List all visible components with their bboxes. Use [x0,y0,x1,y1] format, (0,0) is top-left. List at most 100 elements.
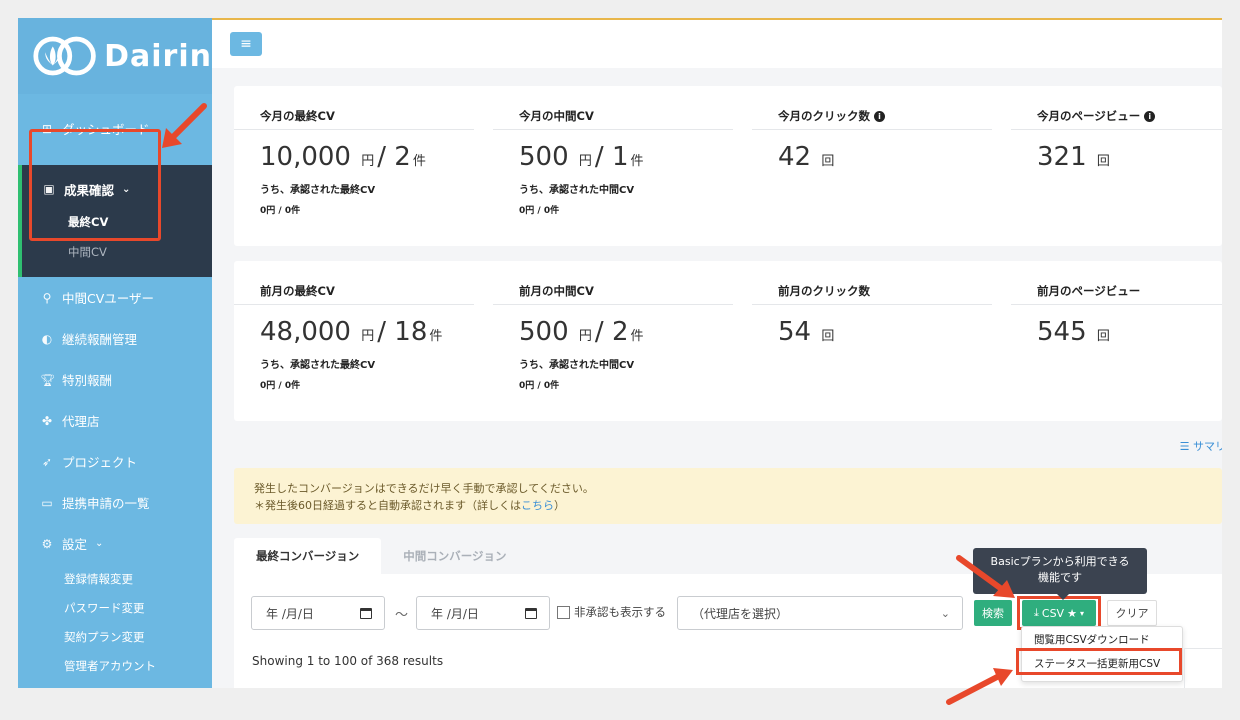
stat-value: 54 回 [778,317,835,347]
highlight-box-status-csv [1016,648,1182,675]
sidebar-item-label: 設定 [62,537,88,552]
stat-sub-value: 0円 / 0件 [519,381,560,391]
stat-sub-label: うち、承認された最終CV [260,185,376,196]
sidebar-item-agency[interactable]: ✤ 代理店 [18,400,212,441]
range-separator: 〜 [395,608,409,623]
brand-logo[interactable]: Dairin [18,18,212,94]
list-icon: ☰ [1179,440,1190,453]
chevron-down-icon: ⌄ [940,606,950,620]
notice-line-2: ＊発生後60日経過すると自動承認されます（詳しくはこちら） [254,499,565,512]
sidebar-item-continuous-reward[interactable]: ◐ 継続報酬管理 [18,318,212,359]
stat-sub-value: 0円 / 0件 [260,381,301,391]
calendar-icon [525,607,537,619]
current-month-stats-card: 今月の最終CV 10,000 円/ 2件 うち、承認された最終CV 0円 / 0… [234,86,1222,246]
stat-value: 42 回 [778,142,835,172]
divider [493,304,733,305]
stat-label: 前月のページビュー [1037,284,1141,298]
sidebar-item-partnership-requests[interactable]: ▭ 提携申請の一覧 [18,482,212,523]
sidebar-item-project[interactable]: ➶ プロジェクト [18,441,212,482]
stat-label: 前月のクリック数 [778,284,870,298]
sidebar-item-label: 継続報酬管理 [62,332,138,347]
stat-value: 48,000 円/ 18 件 [260,317,443,347]
sidebar-item-label: 特別報酬 [62,373,113,388]
stat-value: 500 円/ 1件 [519,142,644,172]
stat-prev-middle-cv: 前月の中間CV 500 円/ 2件 うち、承認された中間CV 0円 / 0件 [493,261,733,421]
details-link[interactable]: こちら [521,499,554,512]
idcard-icon: ▭ [41,495,53,510]
stat-label: 前月の中間CV [519,284,594,298]
table-header-fragment [1184,648,1222,688]
sidebar-subitem-middle-cv[interactable]: 中間CV [22,237,212,267]
stat-label: 前月の最終CV [260,284,335,298]
stat-value: 10,000 円/ 2件 [260,142,426,172]
stat-prev-clicks: 前月のクリック数 54 回 [752,261,992,421]
divider [234,304,474,305]
divider [493,129,733,130]
stat-prev-final-cv: 前月の最終CV 48,000 円/ 18 件 うち、承認された最終CV 0円 / … [234,261,474,421]
annotation-arrow-csv [956,555,1015,598]
trophy-icon: 🏆︎ [40,372,56,387]
handshake-icon: ✤ [41,413,53,428]
stat-current-pageviews: 今月のページビュー i 321 回 [1011,86,1222,246]
annotation-arrow-status-csv [946,668,1013,705]
checkbox-label: 非承認も表示する [574,605,666,619]
sidebar-item-special-reward[interactable]: 🏆︎ 特別報酬 [18,359,212,400]
stat-value: 545 回 [1037,317,1110,347]
checkbox[interactable] [557,605,570,619]
divider [1011,304,1222,305]
stat-sub-label: うち、承認された最終CV [260,360,376,371]
sidebar-subitem-password[interactable]: パスワード変更 [18,593,212,622]
show-unapproved-checkbox[interactable]: 非承認も表示する [557,604,666,620]
stat-label: 今月の最終CV [260,109,335,123]
stat-label: 今月のページビュー i [1037,108,1156,124]
stat-sub-label: うち、承認された中間CV [519,360,635,371]
stat-current-middle-cv: 今月の中間CV 500 円/ 1件 うち、承認された中間CV 0円 / 0件 [493,86,733,246]
stat-current-final-cv: 今月の最終CV 10,000 円/ 2件 うち、承認された最終CV 0円 / 0… [234,86,474,246]
hamburger-icon: ≡ [240,36,252,52]
stat-value: 321 回 [1037,142,1110,172]
divider [1011,129,1222,130]
tab-middle-conversion[interactable]: 中間コンバージョン [381,538,528,574]
user-icon: ⚲ [42,290,52,305]
divider [752,304,992,305]
divider [752,129,992,130]
notice-line-1: 発生したコンバージョンはできるだけ早く手動で承認してください。 [254,482,594,495]
sidebar-subitem-registration[interactable]: 登録情報変更 [18,564,212,593]
agency-select[interactable]: （代理店を選択） ⌄ [677,596,963,630]
stat-sub-value: 0円 / 0件 [519,206,560,216]
sidebar-subitem-plan[interactable]: 契約プラン変更 [18,622,212,651]
calendar-icon [360,607,372,619]
summary-link[interactable]: ☰ サマリ [1180,438,1222,454]
info-icon[interactable]: i [1144,110,1156,122]
stat-label: 今月のクリック数 i [778,108,885,124]
sidebar-item-label: 代理店 [62,414,100,429]
topbar: ≡ [212,18,1222,68]
highlight-box-csv [1017,596,1101,630]
divider [234,129,474,130]
sidebar-item-settings[interactable]: ⚙ 設定 ⌄ [18,523,212,564]
stat-label: 今月の中間CV [519,109,594,123]
sidebar-subitem-admin-account[interactable]: 管理者アカウント [18,651,212,680]
gear-icon: ⚙ [41,536,53,551]
date-from-input[interactable]: 年 /月/日 [251,596,385,630]
highlight-box-results [29,129,161,241]
menu-toggle-button[interactable]: ≡ [230,32,262,56]
sidebar-item-label: プロジェクト [62,455,138,470]
stat-prev-pageviews: 前月のページビュー 545 回 [1011,261,1222,421]
date-to-input[interactable]: 年 /月/日 [416,596,550,630]
sidebar-item-label: 提携申請の一覧 [62,496,150,511]
stat-current-clicks: 今月のクリック数 i 42 回 [752,86,992,246]
annotation-arrow-sidebar [162,103,207,148]
conversion-tabs: 最終コンバージョン 中間コンバージョン [234,538,529,574]
sidebar-item-middle-cv-users[interactable]: ⚲ 中間CVユーザー [18,277,212,318]
tab-final-conversion[interactable]: 最終コンバージョン [234,538,382,574]
info-icon[interactable]: i [874,110,885,122]
previous-month-stats-card: 前月の最終CV 48,000 円/ 18 件 うち、承認された最終CV 0円 / … [234,261,1222,421]
approval-notice: 発生したコンバージョンはできるだけ早く手動で承認してください。 ＊発生後60日経… [234,468,1222,524]
stat-sub-value: 0円 / 0件 [260,206,301,216]
stat-value: 500 円/ 2件 [519,317,644,347]
rocket-icon: ➶ [41,454,53,469]
halfcircle-icon: ◐ [41,331,53,346]
main-content: ≡ 今月の最終CV 10,000 円/ 2件 うち、承認された最終CV 0円 /… [212,18,1222,688]
clear-button[interactable]: クリア [1107,600,1157,626]
